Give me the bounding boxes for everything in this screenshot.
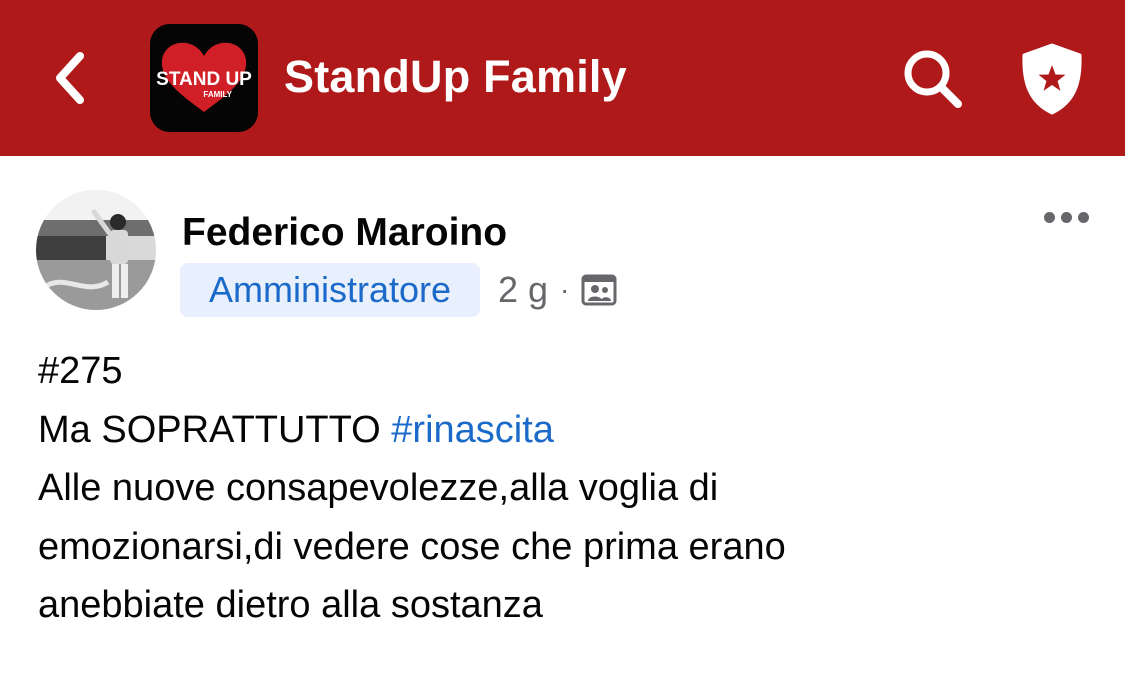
post-line: Ma SOPRATTUTTO #rinascita	[38, 401, 1098, 460]
more-dot	[1060, 211, 1072, 223]
logo-text-main: STAND UP	[156, 69, 252, 90]
logo-text-sub: FAMILY	[203, 90, 232, 99]
back-button[interactable]	[40, 46, 100, 110]
admin-role-badge[interactable]: Amministratore	[180, 263, 480, 317]
heart-logo-icon: STAND UP FAMILY	[150, 24, 258, 132]
post-card: Federico Maroino Amministratore 2 g · #2…	[0, 156, 1125, 688]
more-dots-icon	[1043, 211, 1055, 223]
group-title[interactable]: StandUp Family	[284, 44, 627, 110]
meta-separator: ·	[560, 274, 570, 305]
admin-tools-button[interactable]	[1014, 40, 1090, 118]
more-dot	[1077, 211, 1089, 223]
chevron-left-icon	[56, 52, 84, 104]
group-logo[interactable]: STAND UP FAMILY	[150, 24, 258, 132]
search-icon	[904, 50, 962, 108]
search-button[interactable]	[898, 44, 968, 114]
avatar[interactable]	[36, 190, 156, 310]
shield-star-icon	[1022, 43, 1082, 115]
more-options-button[interactable]	[1036, 202, 1096, 232]
post-timestamp[interactable]: 2 g	[498, 263, 548, 317]
author-name[interactable]: Federico Maroino	[182, 208, 507, 258]
group-audience-icon	[581, 274, 617, 306]
group-header-bar: STAND UP FAMILY StandUp Family	[0, 0, 1125, 156]
hashtag-link[interactable]: #rinascita	[391, 409, 554, 451]
profile-photo	[36, 190, 156, 310]
post-line: #275	[38, 350, 123, 392]
post-text: #275 Ma SOPRATTUTTO #rinascita Alle nuov…	[38, 342, 1098, 635]
post-text-segment: Ma SOPRATTUTTO	[38, 408, 392, 451]
post-line: emozionarsi,di vedere cose che prima era…	[38, 525, 786, 568]
post-line: Alle nuove consapevolezze,alla voglia di	[38, 467, 719, 509]
post-meta: 2 g ·	[498, 263, 617, 317]
post-line: anebbiate dietro alla sostanza	[38, 584, 543, 626]
